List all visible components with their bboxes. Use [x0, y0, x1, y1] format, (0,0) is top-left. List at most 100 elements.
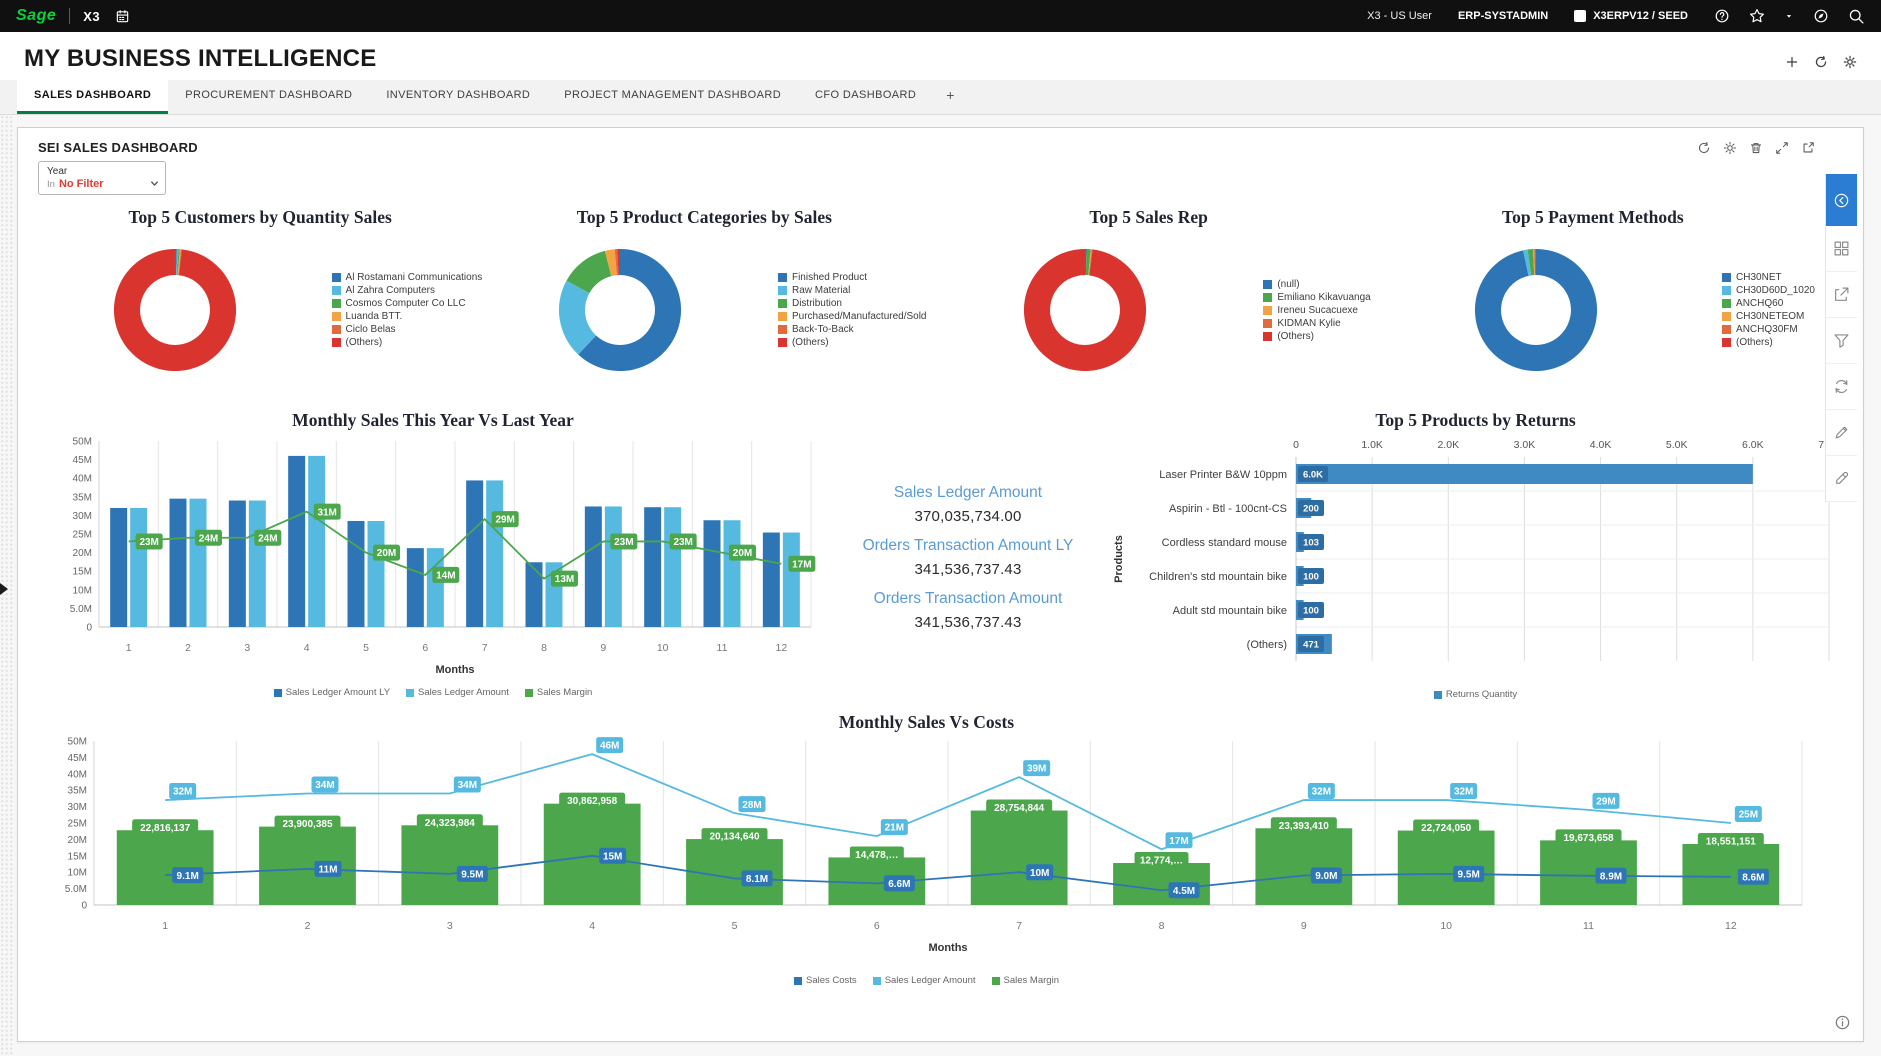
legend-item[interactable]: Sales Margin [525, 687, 592, 698]
panel-action-trash[interactable] [1749, 141, 1763, 155]
legend-item[interactable]: ANCHQ60 [1722, 298, 1815, 309]
tab-inventory-dashboard[interactable]: INVENTORY DASHBOARD [369, 80, 547, 114]
legend-item[interactable]: Al Rostamani Communications [332, 272, 483, 283]
legend-item[interactable]: Sales Ledger Amount [873, 975, 976, 986]
bar[interactable] [401, 825, 498, 905]
legend-item[interactable]: (Others) [1722, 337, 1815, 348]
kpi-label[interactable]: Orders Transaction Amount [828, 590, 1108, 608]
bar[interactable] [308, 456, 325, 627]
bar[interactable] [348, 521, 365, 627]
bar[interactable] [288, 456, 305, 627]
legend-item[interactable]: Returns Quantity [1434, 689, 1517, 700]
tab-procurement-dashboard[interactable]: PROCUREMENT DASHBOARD [168, 80, 369, 114]
bar[interactable] [704, 520, 721, 627]
bar[interactable] [763, 533, 780, 627]
add-dashboard-tab[interactable]: + [933, 80, 968, 114]
bar[interactable] [783, 533, 800, 627]
legend-item[interactable]: (null) [1263, 279, 1370, 290]
legend-item[interactable]: Sales Costs [794, 975, 857, 986]
topbar-help[interactable] [1714, 8, 1730, 24]
legend-item[interactable]: Luanda BTT. [332, 311, 483, 322]
legend-item[interactable]: Raw Material [778, 285, 927, 296]
legend-item[interactable]: (Others) [332, 337, 483, 348]
bar[interactable] [1255, 828, 1352, 905]
rail-grid[interactable] [1826, 226, 1857, 272]
topbar-star[interactable] [1749, 8, 1765, 24]
legend-item[interactable]: CH30NETEOM [1722, 311, 1815, 322]
topbar-caret-down[interactable] [1784, 11, 1794, 21]
rail-chevron-left-circle[interactable] [1826, 174, 1857, 226]
rail-sync[interactable] [1826, 364, 1857, 410]
legend-item[interactable]: Al Zahra Computers [332, 285, 483, 296]
header-action-refresh[interactable] [1814, 55, 1828, 69]
legend-item[interactable]: (Others) [778, 337, 927, 348]
year-filter[interactable]: Year InNo Filter [38, 161, 166, 195]
bar[interactable] [1296, 464, 1753, 484]
sage-logo[interactable]: Sage [16, 7, 56, 25]
rail-pencil[interactable] [1826, 410, 1857, 456]
topbar-search[interactable] [1848, 8, 1865, 25]
bar[interactable] [466, 480, 483, 627]
legend-item[interactable]: Ireneu Sucacuexe [1263, 305, 1370, 316]
environment-selector[interactable]: X3ERPV12 / SEED [1574, 10, 1688, 22]
legend-item[interactable]: Sales Ledger Amount LY [274, 687, 390, 698]
bar[interactable] [368, 521, 385, 627]
header-action-plus[interactable] [1785, 55, 1799, 69]
panel-action-refresh[interactable] [1697, 141, 1711, 155]
panel-action-gear[interactable] [1723, 141, 1737, 155]
bar[interactable] [664, 507, 681, 627]
tab-project-management-dashboard[interactable]: PROJECT MANAGEMENT DASHBOARD [547, 80, 798, 114]
legend-item[interactable]: Purchased/Manufactured/Sold [778, 311, 927, 322]
bar[interactable] [526, 562, 543, 627]
bar[interactable] [486, 480, 503, 627]
legend-item[interactable]: Back-To-Back [778, 324, 927, 335]
calendar-icon[interactable] [115, 9, 130, 24]
bar[interactable] [130, 508, 147, 627]
legend-item[interactable]: KIDMAN Kylie [1263, 318, 1370, 329]
bar[interactable] [644, 507, 661, 627]
legend-item[interactable]: CH30NET [1722, 272, 1815, 283]
bar[interactable] [170, 499, 187, 627]
bar[interactable] [971, 811, 1068, 905]
kpi-label[interactable]: Orders Transaction Amount LY [828, 537, 1108, 555]
bar[interactable] [605, 506, 622, 627]
rail-share[interactable] [1826, 272, 1857, 318]
donut-slice[interactable] [1475, 249, 1597, 371]
panel-expander-arrow[interactable] [0, 583, 8, 595]
bar[interactable] [407, 548, 424, 627]
legend-item[interactable]: Cosmos Computer Co LLC [332, 298, 483, 309]
user-label[interactable]: X3 - US User [1367, 10, 1432, 22]
legend-item[interactable]: Distribution [778, 298, 927, 309]
legend-item[interactable]: ANCHQ30FM [1722, 324, 1815, 335]
legend-item[interactable]: Emiliano Kikavuanga [1263, 292, 1370, 303]
x-tick: 6 [422, 642, 428, 654]
donut-chart [111, 246, 239, 374]
chart-title: Top 5 Product Categories by Sales [482, 207, 926, 228]
legend-item[interactable]: Sales Ledger Amount [406, 687, 509, 698]
bar[interactable] [249, 501, 266, 627]
legend-item[interactable]: (Others) [1263, 331, 1370, 342]
chart-title: Top 5 Products by Returns [1108, 410, 1843, 431]
legend-item[interactable]: CH30D60D_1020 [1722, 285, 1815, 296]
bar[interactable] [585, 506, 602, 627]
bar[interactable] [229, 501, 246, 627]
bar[interactable] [190, 499, 207, 627]
info-icon[interactable] [1834, 1014, 1851, 1031]
panel-action-open-external[interactable] [1801, 141, 1815, 155]
topbar-compass[interactable] [1813, 8, 1829, 24]
data-label: 8.6M [1742, 872, 1764, 883]
bar[interactable] [724, 520, 741, 627]
role-label[interactable]: ERP-SYSTADMIN [1458, 10, 1548, 22]
kpi-label[interactable]: Sales Ledger Amount [828, 484, 1108, 502]
tab-cfo-dashboard[interactable]: CFO DASHBOARD [798, 80, 933, 114]
bar[interactable] [110, 508, 127, 627]
rail-funnel[interactable] [1826, 318, 1857, 364]
legend-item[interactable]: Sales Margin [992, 975, 1059, 986]
header-action-gear[interactable] [1843, 55, 1857, 69]
tab-sales-dashboard[interactable]: SALES DASHBOARD [17, 80, 168, 114]
legend-item[interactable]: Finished Product [778, 272, 927, 283]
legend-item[interactable]: Ciclo Belas [332, 324, 483, 335]
product-name[interactable]: X3 [83, 9, 100, 24]
rail-eyedropper[interactable] [1826, 456, 1857, 502]
panel-action-expand[interactable] [1775, 141, 1789, 155]
